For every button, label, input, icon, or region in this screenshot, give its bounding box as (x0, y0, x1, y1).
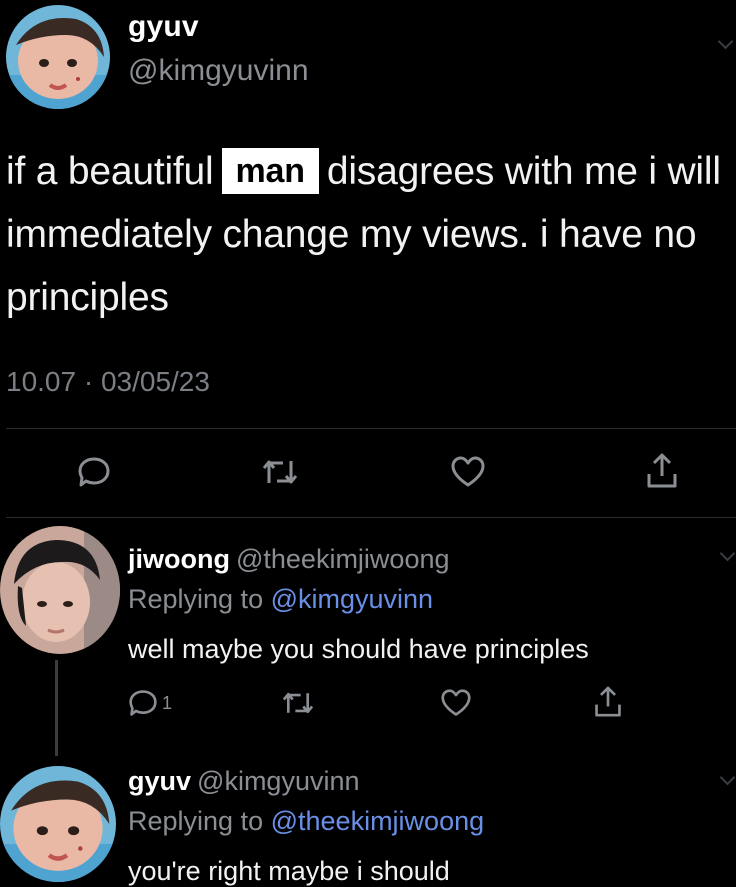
reply-1-mention-link[interactable]: @kimgyuvinn (271, 584, 433, 614)
reply-2-mention-link[interactable]: @theekimjiwoong (271, 806, 485, 836)
reply-1-reply-button[interactable]: 1 (128, 686, 172, 720)
main-author-avatar[interactable] (6, 5, 110, 109)
reply-2-replying-to: Replying to @theekimjiwoong (128, 806, 484, 837)
retweet-button[interactable] (258, 452, 302, 492)
replying-prefix: Replying to (128, 584, 264, 614)
thread-line (55, 660, 58, 756)
reply-count: 1 (162, 692, 173, 713)
retweet-icon (262, 460, 298, 484)
tweet-timestamp[interactable]: 10.07 · 03/05/23 (6, 366, 210, 398)
boxed-word: man (221, 148, 319, 194)
reply-1-retweet-button[interactable] (278, 686, 318, 720)
reply-1-replying-to: Replying to @kimgyuvinn (128, 584, 433, 615)
replying-prefix: Replying to (128, 806, 264, 836)
comment-icon (78, 457, 110, 487)
reply-1-more-icon[interactable] (719, 545, 736, 562)
reply-1-author-handle[interactable]: @theekimjiwoong (236, 544, 450, 574)
reply-2-author-handle[interactable]: @kimgyuvinn (197, 766, 359, 796)
main-author-name[interactable]: gyuv (128, 10, 199, 44)
reply-1-author-name[interactable]: jiwoong (128, 544, 230, 574)
share-button[interactable] (640, 450, 684, 492)
reply-button[interactable] (72, 452, 116, 492)
tweet-text-before: if a beautiful (6, 150, 214, 193)
reply-1-share-button[interactable] (588, 684, 628, 720)
share-icon (647, 453, 677, 488)
reply-2-avatar[interactable] (0, 766, 116, 882)
heart-icon (441, 689, 471, 716)
reply-2-author-name[interactable]: gyuv (128, 766, 191, 796)
heart-icon (451, 456, 485, 487)
reply-1-like-button[interactable] (436, 686, 476, 720)
reply-2-text: you're right maybe i should (128, 856, 450, 886)
reply-2-header: gyuv @kimgyuvinn (128, 766, 360, 797)
divider-bottom (6, 517, 736, 518)
reply-1-avatar[interactable] (0, 526, 120, 654)
more-options-icon[interactable] (717, 33, 734, 50)
tweet-text: if a beautiful man disagrees with me i wil… (6, 140, 726, 329)
reply-1-header: jiwoong @theekimjiwoong (128, 544, 450, 575)
main-author-handle[interactable]: @kimgyuvinn (128, 54, 309, 88)
divider-top (6, 428, 736, 429)
like-button[interactable] (446, 452, 490, 492)
share-icon (595, 686, 621, 717)
reply-2-more-icon[interactable] (719, 769, 736, 786)
retweet-icon (282, 692, 314, 714)
comment-icon (129, 690, 157, 716)
reply-1-text: well maybe you should have principles (128, 634, 589, 664)
